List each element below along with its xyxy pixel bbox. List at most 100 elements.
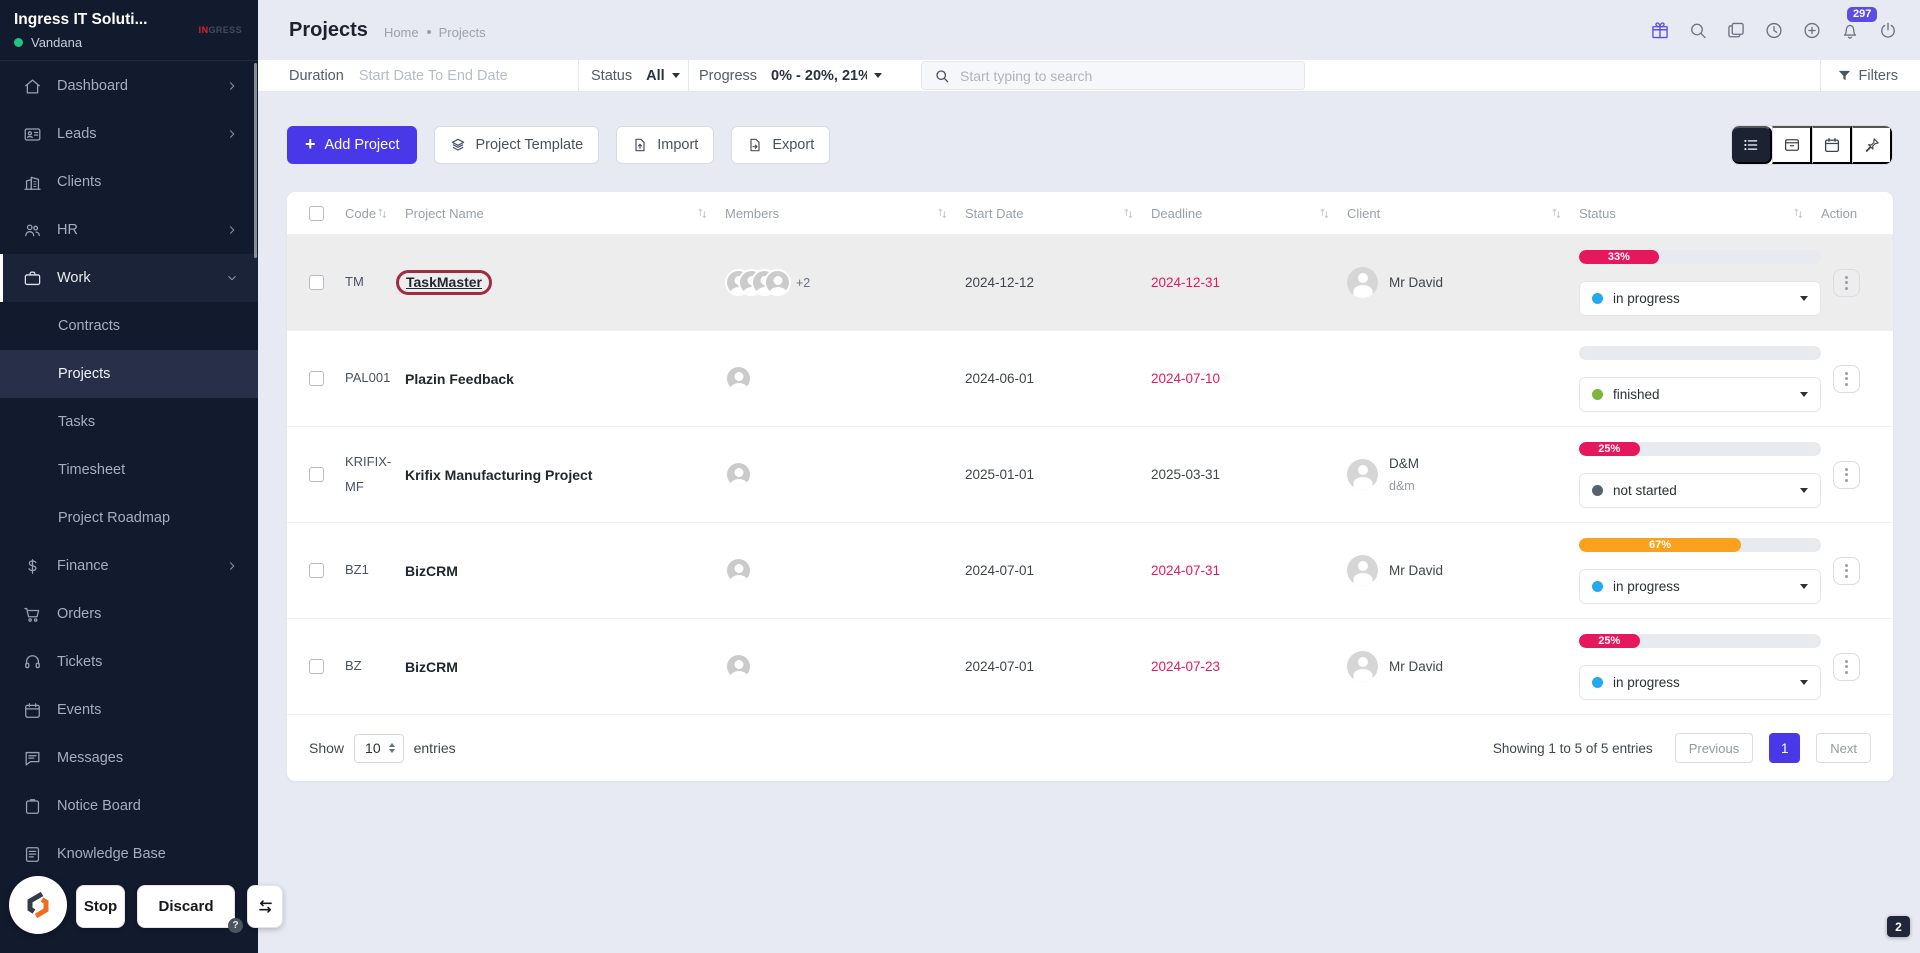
row-actions-button[interactable] [1832,268,1860,297]
sidebar-item-orders[interactable]: Orders [0,590,258,638]
sidebar-scrollbar[interactable] [254,63,257,258]
sidebar-item-clients[interactable]: Clients [0,158,258,206]
status-select[interactable]: finished [1579,376,1821,412]
list-view-button[interactable] [1732,126,1772,164]
sidebar-item-work[interactable]: Work [0,254,258,302]
row-actions-button[interactable] [1832,460,1860,489]
status-select[interactable]: in progress [1579,568,1821,604]
sidebar-item-tickets[interactable]: Tickets [0,638,258,686]
notification-count-badge: 2 [1887,916,1910,937]
breadcrumb-home[interactable]: Home [384,25,419,40]
power-icon[interactable] [1878,11,1898,49]
bell-icon[interactable]: 297 [1840,7,1878,49]
sidebar-item-leads[interactable]: Leads [0,110,258,158]
status-select[interactable]: in progress [1579,664,1821,700]
row-checkbox[interactable] [309,275,324,290]
sidebar-item-label: Knowledge Base [57,846,166,862]
sort-icon[interactable] [1122,207,1135,220]
row-checkbox[interactable] [309,467,324,482]
client-name: Mr David [1389,563,1444,578]
page-header: Projects Home Projects 297 [258,0,1920,60]
kebab-dot [1844,659,1848,663]
home-icon [23,77,42,96]
sidebar-item-tasks[interactable]: Tasks [0,398,258,446]
sidebar-item-label: Work [57,270,91,286]
status-select[interactable]: in progress [1579,280,1821,316]
sort-icon[interactable] [1550,207,1563,220]
row-actions-button[interactable] [1832,364,1860,393]
sidebar-item-dashboard[interactable]: Dashboard [0,62,258,110]
status-select[interactable]: not started [1579,472,1821,508]
client-names: Mr David [1389,275,1443,290]
online-status-dot [14,38,23,47]
clients-icon [23,173,42,192]
project-name-link[interactable]: Krifix Manufacturing Project [405,467,725,483]
project-template-button[interactable]: Project Template [434,126,600,164]
project-name-link[interactable]: BizCRM [405,563,725,579]
duration-range-input[interactable] [358,67,539,84]
swap-arrows-button[interactable] [247,885,283,928]
previous-page-button[interactable]: Previous [1674,733,1754,763]
add-project-button[interactable]: + Add Project [287,126,418,164]
stop-button[interactable]: Stop [76,885,125,928]
help-button[interactable]: ? [228,918,243,933]
plus-circle-icon[interactable] [1802,11,1822,49]
sidebar-item-finance[interactable]: Finance [0,542,258,590]
row-actions-button[interactable] [1832,652,1860,681]
project-name-link[interactable]: BizCRM [405,659,725,675]
clock-icon[interactable] [1764,11,1784,49]
next-page-button[interactable]: Next [1816,733,1871,763]
sort-icon[interactable] [1318,207,1331,220]
recorder-logo-button[interactable] [9,876,67,934]
row-checkbox[interactable] [309,659,324,674]
chevron-down-icon [1800,487,1808,493]
sort-icon[interactable] [376,207,389,220]
members-extra-count: +2 [796,275,811,290]
show-label: Show [309,740,345,756]
row-actions-button[interactable] [1832,556,1860,585]
search-icon[interactable] [1688,11,1708,49]
import-button[interactable]: Import [616,126,715,164]
sidebar-item-knowledge-base[interactable]: Knowledge Base [0,830,258,878]
deadline-date: 2024-12-31 [1151,275,1221,290]
calendar-view-button[interactable] [1812,126,1852,164]
progress-filter-dropdown[interactable]: 0% - 20%, 21% [771,68,883,84]
kebab-dot [1844,467,1848,471]
export-button[interactable]: Export [731,126,831,164]
page-number-button[interactable]: 1 [1769,733,1801,763]
search-input[interactable] [960,67,1292,84]
board-view-button[interactable] [1772,126,1812,164]
sidebar-item-label: Orders [57,606,102,622]
sidebar-item-messages[interactable]: Messages [0,734,258,782]
per-page-select[interactable]: 10 [354,733,404,763]
file-import-icon [635,138,645,152]
content: + Add Project Project Template Import Ex… [258,92,1920,781]
pages-icon[interactable] [1726,11,1746,49]
client-cell: Mr David [1347,267,1579,298]
client-avatar [1347,267,1378,298]
kebab-dot [1844,478,1848,482]
sort-icon[interactable] [936,207,949,220]
filters-button[interactable]: Filters [1837,68,1898,84]
project-name-link[interactable]: TaskMaster [396,270,725,295]
sort-icon[interactable] [696,207,709,220]
sort-icon[interactable] [1792,207,1805,220]
pinned-view-button[interactable] [1852,126,1892,164]
column-header-deadline: Deadline [1151,206,1347,221]
view-switcher [1731,125,1893,165]
sidebar-item-timesheet[interactable]: Timesheet [0,446,258,494]
project-name-link[interactable]: Plazin Feedback [405,371,725,387]
row-checkbox[interactable] [309,371,324,386]
select-all-checkbox[interactable] [309,205,324,221]
sidebar-item-project-roadmap[interactable]: Project Roadmap [0,494,258,542]
gift-icon[interactable] [1650,11,1670,49]
sidebar-item-contracts[interactable]: Contracts [0,302,258,350]
sidebar-item-events[interactable]: Events [0,686,258,734]
status-filter-dropdown[interactable]: All [646,68,680,84]
discard-button[interactable]: Discard [137,885,235,928]
notification-count: 297 [1847,7,1878,22]
sidebar-item-notice-board[interactable]: Notice Board [0,782,258,830]
sidebar-item-projects[interactable]: Projects [0,350,258,398]
row-checkbox[interactable] [309,563,324,578]
sidebar-item-hr[interactable]: HR [0,206,258,254]
